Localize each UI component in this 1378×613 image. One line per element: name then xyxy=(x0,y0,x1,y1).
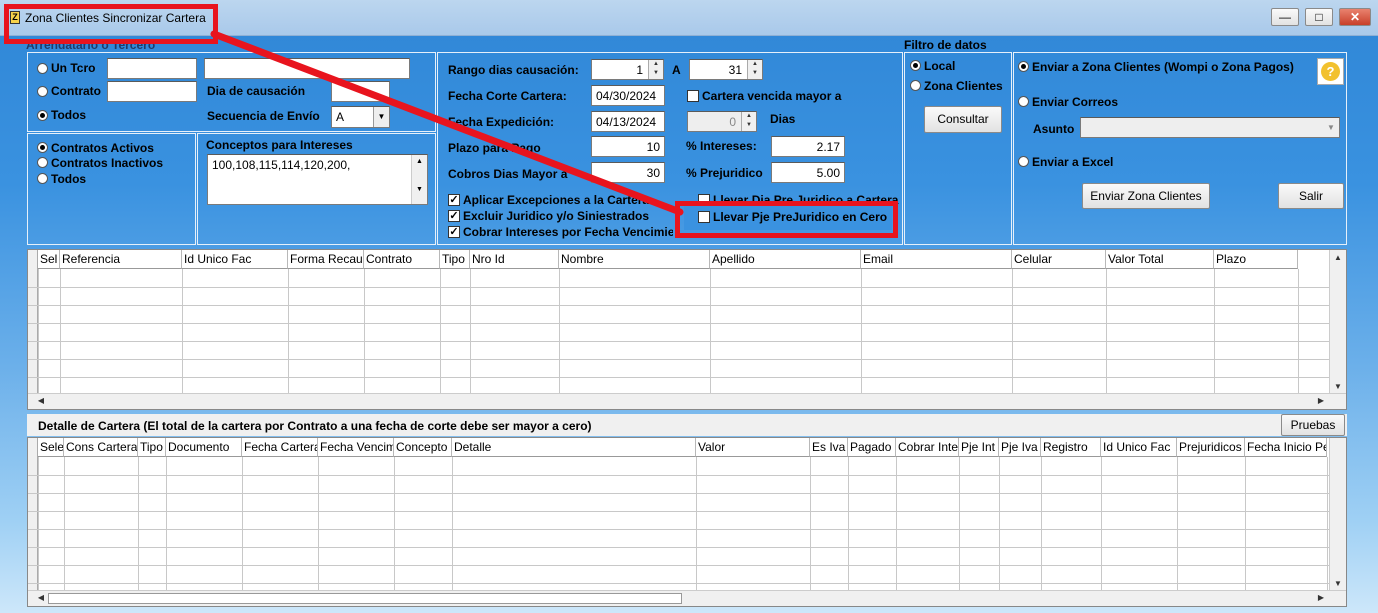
annotation-line xyxy=(210,30,684,216)
annotation-arrow xyxy=(210,30,684,216)
